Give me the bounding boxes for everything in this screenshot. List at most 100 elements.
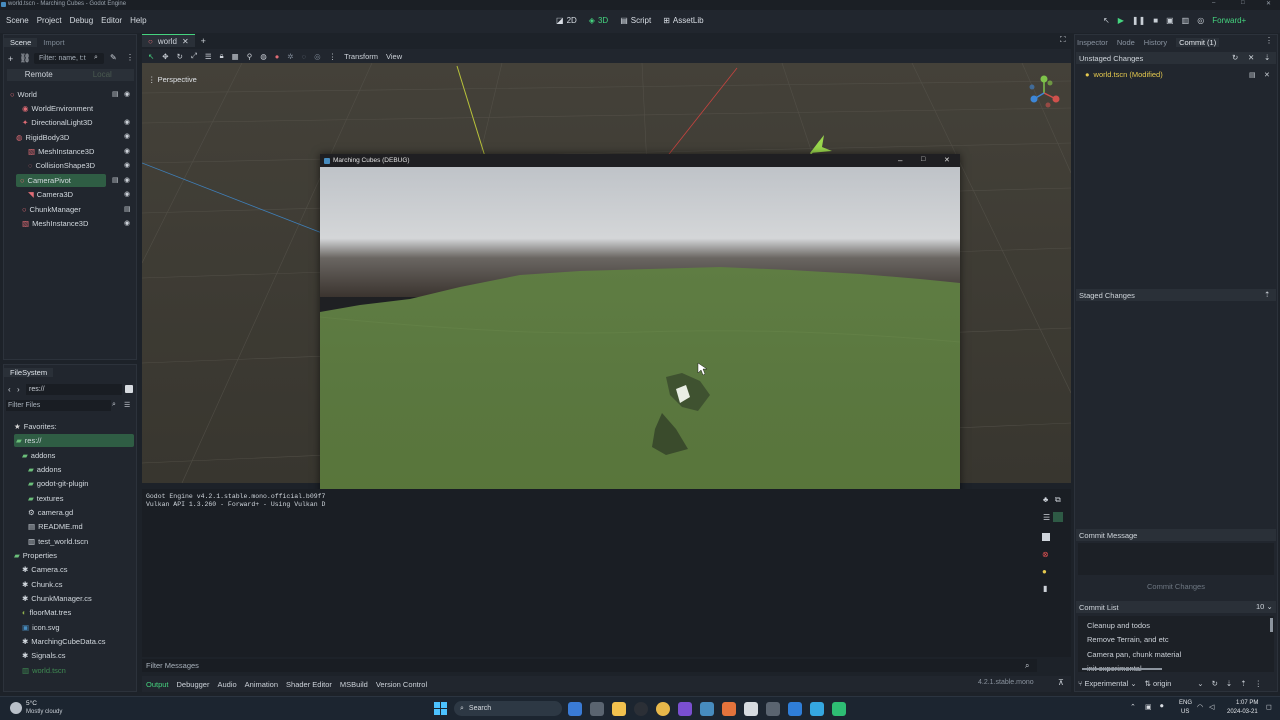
script-icon[interactable]: ▤ bbox=[112, 176, 119, 184]
file-test-world[interactable]: ▥ test_world.tscn bbox=[28, 535, 88, 548]
unity-icon[interactable] bbox=[744, 702, 758, 716]
tab-version-control[interactable]: Version Control bbox=[376, 680, 427, 689]
visual-studio-icon[interactable] bbox=[678, 702, 692, 716]
skype-icon[interactable] bbox=[810, 702, 824, 716]
tab-audio[interactable]: Audio bbox=[217, 680, 236, 689]
node-chunkmanager[interactable]: ○ ChunkManager bbox=[22, 203, 81, 216]
close-tab-icon[interactable]: ✕ bbox=[182, 37, 189, 46]
workspace-assetlib[interactable]: ⊞ AssetLib bbox=[663, 16, 703, 25]
close-icon[interactable]: ✕ bbox=[944, 156, 950, 164]
tab-node[interactable]: Node bbox=[1117, 38, 1135, 47]
tab-output[interactable]: Output bbox=[146, 680, 169, 689]
collapse-icon[interactable]: ☰ bbox=[1043, 513, 1050, 522]
workspace-2d[interactable]: ◪ 2D bbox=[556, 16, 577, 25]
preview-icon[interactable]: ◎ bbox=[314, 52, 321, 61]
remote-select[interactable]: origin bbox=[1153, 679, 1171, 688]
file-signals-cs[interactable]: ✱ Signals.cs bbox=[22, 649, 65, 662]
file-res-root[interactable]: ▰ res:// bbox=[14, 434, 134, 447]
scale-tool-icon[interactable]: ⤢ bbox=[191, 51, 197, 61]
local-button[interactable]: Local bbox=[71, 69, 135, 81]
environment-toggle-icon[interactable]: ◌ bbox=[302, 52, 306, 61]
open-file-icon[interactable]: ▤ bbox=[1249, 71, 1256, 79]
node-worldenvironment[interactable]: ◉ WorldEnvironment bbox=[22, 102, 93, 115]
scrollbar[interactable] bbox=[1270, 618, 1273, 632]
file-world-tscn[interactable]: ▥ world.tscn bbox=[22, 664, 66, 677]
windows-start-icon[interactable] bbox=[434, 702, 447, 715]
favorites-item[interactable]: ★ Favorites: bbox=[14, 420, 57, 433]
node-collisionshape[interactable]: ◌ CollisionShape3D bbox=[28, 159, 95, 172]
file-textures[interactable]: ▰ textures bbox=[28, 492, 63, 505]
commit-item[interactable]: Camera pan, chunk material bbox=[1087, 650, 1181, 659]
warning-filter-icon[interactable]: ● bbox=[1042, 567, 1047, 576]
commit-item[interactable]: Cleanup and todos bbox=[1087, 621, 1150, 630]
notification-icon[interactable]: ◻ bbox=[1266, 703, 1272, 711]
select-tool-icon[interactable]: ↖ bbox=[148, 52, 154, 61]
movie-icon[interactable]: ◎ bbox=[1197, 16, 1204, 25]
pivot-icon[interactable]: ⚲ bbox=[247, 52, 253, 61]
minimize-icon[interactable]: – bbox=[1212, 0, 1215, 6]
pause-icon[interactable]: ❚❚ bbox=[1132, 16, 1145, 25]
godot-icon[interactable] bbox=[700, 702, 714, 716]
file-chunk-cs[interactable]: ✱ Chunk.cs bbox=[22, 578, 63, 591]
h-scrollbar[interactable] bbox=[1082, 668, 1162, 670]
tab-history[interactable]: History bbox=[1144, 38, 1167, 47]
visibility-eye-icon[interactable]: ◉ bbox=[124, 161, 130, 169]
sun-icon[interactable]: ✲ bbox=[287, 52, 293, 61]
play-icon[interactable]: ▶ bbox=[1118, 16, 1124, 25]
attach-script-icon[interactable]: ✎ bbox=[110, 53, 117, 62]
file-camera-cs[interactable]: ✱ Camera.cs bbox=[22, 563, 68, 576]
clock-date[interactable]: 2024-03-21 bbox=[1227, 709, 1258, 715]
discard-file-icon[interactable]: ✕ bbox=[1264, 71, 1270, 79]
filter-messages-input[interactable]: Filter Messages bbox=[142, 659, 1037, 672]
visibility-eye-icon[interactable]: ◉ bbox=[124, 176, 130, 184]
volume-icon[interactable]: ◁ bbox=[1209, 703, 1214, 711]
file-marchingcubedata[interactable]: ✱ MarchingCubeData.cs bbox=[22, 635, 106, 648]
git-menu-icon[interactable]: ⋮ bbox=[1254, 679, 1262, 688]
file-floormat[interactable]: ◐ floorMat.tres bbox=[22, 606, 71, 619]
copy-icon[interactable]: ⧉ bbox=[1055, 495, 1061, 505]
tab-scene[interactable]: Scene bbox=[4, 37, 38, 47]
orientation-gizmo-icon[interactable] bbox=[1026, 75, 1062, 111]
wifi-icon[interactable]: ◠ bbox=[1197, 703, 1203, 711]
node-meshinstance[interactable]: ▧ MeshInstance3D bbox=[28, 145, 94, 158]
view-menu[interactable]: View bbox=[386, 52, 402, 61]
branch-select[interactable]: Experimental ⌄ bbox=[1085, 679, 1137, 688]
fetch-icon[interactable]: ↻ bbox=[1212, 679, 1218, 688]
editor-filter-icon[interactable]: ▮ bbox=[1043, 584, 1047, 593]
clock-time[interactable]: 1:07 PM bbox=[1236, 700, 1258, 706]
menu-scene[interactable]: Scene bbox=[6, 16, 29, 25]
menu-debug[interactable]: Debug bbox=[70, 16, 94, 25]
commit-item[interactable]: Remove Terrain, and etc bbox=[1087, 635, 1169, 644]
visibility-eye-icon[interactable]: ◉ bbox=[124, 219, 130, 227]
node-world[interactable]: ○ World bbox=[10, 88, 37, 101]
back-icon[interactable]: ‹ bbox=[8, 385, 11, 394]
sort-icon[interactable]: ☰ bbox=[124, 401, 130, 409]
file-explorer-icon[interactable] bbox=[612, 702, 626, 716]
file-addons[interactable]: ▰ addons bbox=[22, 449, 55, 462]
scene-menu-icon[interactable]: ⋮ bbox=[126, 53, 134, 62]
node-rigidbody[interactable]: ◍ RigidBody3D bbox=[16, 131, 69, 144]
forward-icon[interactable]: › bbox=[17, 385, 20, 394]
search-toggle-icon[interactable] bbox=[1053, 512, 1063, 522]
script-icon[interactable]: ▤ bbox=[112, 90, 119, 98]
list-select-icon[interactable]: ☰ bbox=[205, 52, 212, 61]
lock-icon[interactable]: 🔒︎ bbox=[220, 51, 224, 61]
node-meshinstance-2[interactable]: ▧ MeshInstance3D bbox=[22, 217, 88, 230]
file-godot-git-plugin[interactable]: ▰ godot-git-plugin bbox=[28, 477, 88, 490]
tray-app-icon[interactable]: ▣ bbox=[1145, 703, 1152, 711]
workspace-script[interactable]: ▤ Script bbox=[620, 16, 651, 25]
file-filter-input[interactable]: Filter Files bbox=[6, 400, 111, 411]
clear-log-icon[interactable]: ♣ bbox=[1043, 495, 1048, 504]
tab-filesystem[interactable]: FileSystem bbox=[4, 367, 54, 377]
renderer-select[interactable]: Forward+ bbox=[1212, 16, 1246, 25]
tab-commit[interactable]: Commit (1) bbox=[1176, 37, 1220, 47]
visibility-eye-icon[interactable]: ◉ bbox=[124, 90, 130, 98]
stage-all-icon[interactable]: ⇣ bbox=[1264, 53, 1270, 62]
file-properties[interactable]: ▰ Properties bbox=[14, 549, 57, 562]
visibility-eye-icon[interactable]: ◉ bbox=[124, 132, 130, 140]
microphone-icon[interactable]: ⏺ bbox=[1160, 703, 1164, 711]
unstaged-file-item[interactable]: ● world.tscn (Modified) bbox=[1085, 70, 1163, 79]
chrome-icon[interactable] bbox=[656, 702, 670, 716]
transform-menu[interactable]: Transform bbox=[344, 52, 378, 61]
node-directionallight[interactable]: ✦ DirectionalLight3D bbox=[22, 116, 93, 129]
